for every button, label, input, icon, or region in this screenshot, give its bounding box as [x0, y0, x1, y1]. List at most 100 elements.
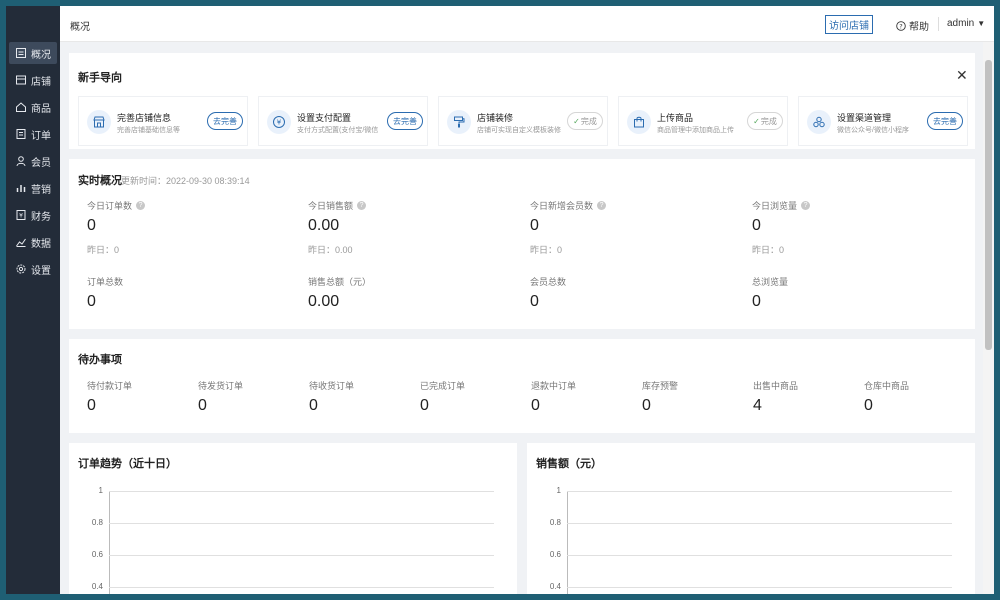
channel-icon — [807, 110, 831, 134]
todo-label-pending-receipt: 待收货订单 — [309, 381, 355, 391]
sidebar-item-order[interactable]: 订单 — [9, 123, 57, 145]
guide-item-desc: 商品管理中添加商品上传 — [657, 127, 734, 134]
stat-value-total-members: 0 — [530, 293, 539, 310]
guide-item-title: 设置支付配置 — [297, 113, 352, 123]
sidebar-item-label: 商品 — [31, 103, 51, 115]
todo-value-on-sale[interactable]: 4 — [753, 397, 762, 415]
shopping-bag-icon — [627, 110, 651, 134]
guide-item-desc: 微信公众号/微信小程序 — [837, 127, 909, 134]
sidebar-item-label: 数据 — [31, 238, 51, 250]
help-link[interactable]: ? 帮助 — [896, 18, 929, 33]
header-divider — [938, 17, 939, 31]
complete-store-info-button[interactable]: 去完善 — [207, 112, 243, 130]
guide-item-title: 上传商品 — [657, 113, 694, 123]
help-question-icon[interactable]: ? — [801, 201, 811, 210]
sidebar-item-label: 设置 — [31, 265, 51, 277]
scrollbar-thumb[interactable] — [985, 60, 992, 350]
y-tick-label: 0.4 — [549, 582, 561, 591]
todo-value-stock-warning[interactable]: 0 — [642, 397, 651, 415]
stat-label-total-views: 总浏览量 — [752, 277, 789, 287]
guide-item-decoration: 店铺装修 店铺可实现自定义模板装修 ✓ 完成 — [438, 96, 608, 146]
order-trend-card: 订单趋势（近十日） 1 0.8 0.6 0.4 — [69, 443, 517, 594]
help-question-icon[interactable]: ? — [597, 201, 607, 210]
help-question-icon[interactable]: ? — [136, 201, 146, 210]
todo-label-on-sale: 出售中商品 — [753, 381, 799, 391]
top-header: 概况 访问店铺 ? 帮助 admin ▼ — [60, 6, 994, 42]
realtime-title: 实时概况 — [78, 175, 122, 187]
stat-label-total-orders: 订单总数 — [87, 277, 124, 287]
help-question-icon[interactable]: ? — [357, 201, 367, 210]
settings-icon — [15, 263, 27, 275]
stat-yesterday-views: 昨日：0 — [752, 245, 785, 255]
update-time: 更新时间：2022-09-30 08:39:14 — [121, 176, 250, 186]
todo-label-pending-shipment: 待发货订单 — [198, 381, 244, 391]
stat-label-today-sales: 今日销售额? — [308, 199, 367, 212]
caret-down-icon: ▼ — [977, 19, 986, 28]
todo-value-in-warehouse[interactable]: 0 — [864, 397, 873, 415]
y-tick-label: 0.8 — [91, 518, 103, 527]
stat-label-text: 今日订单数 — [87, 201, 133, 211]
sidebar-item-finance[interactable]: ¥ 财务 — [9, 204, 57, 226]
overview-icon — [15, 47, 27, 59]
todo-label-completed: 已完成订单 — [420, 381, 466, 391]
user-menu[interactable]: admin ▼ — [947, 18, 985, 29]
guide-item-desc: 完善店铺基础信息等 — [117, 127, 180, 134]
grid-line — [567, 587, 952, 588]
guide-item-desc: 店铺可实现自定义模板装修 — [477, 127, 561, 134]
y-tick-label: 0.6 — [549, 550, 561, 559]
main-content: 新手导向 ✕ 完善店铺信息 完善店铺基础信息等 去完善 ¥ 设置支付配置 支付方… — [60, 42, 994, 594]
visit-store-button[interactable]: 访问店铺 — [825, 15, 873, 34]
member-icon — [15, 155, 27, 167]
stat-value-today-sales: 0.00 — [308, 217, 340, 234]
stat-yesterday-members: 昨日：0 — [530, 245, 563, 255]
svg-text:?: ? — [899, 22, 902, 30]
sidebar-item-marketing[interactable]: 营销 — [9, 177, 57, 199]
guide-card: 新手导向 ✕ 完善店铺信息 完善店铺基础信息等 去完善 ¥ 设置支付配置 支付方… — [69, 53, 975, 149]
help-circle-icon: ? — [896, 20, 906, 31]
complete-payment-button[interactable]: 去完善 — [387, 112, 423, 130]
y-axis-line — [567, 491, 568, 594]
todo-value-refunding[interactable]: 0 — [531, 397, 540, 415]
guide-item-title: 设置渠道管理 — [837, 113, 892, 123]
check-icon: ✓ — [753, 116, 760, 126]
stat-yesterday-orders: 昨日：0 — [87, 245, 120, 255]
todo-value-pending-shipment[interactable]: 0 — [198, 397, 207, 415]
stat-value-total-orders: 0 — [87, 293, 96, 310]
grid-line — [567, 491, 952, 492]
todo-value-completed[interactable]: 0 — [420, 397, 429, 415]
stat-value-total-sales: 0.00 — [308, 293, 340, 310]
sidebar-item-overview[interactable]: 概况 — [9, 42, 57, 64]
store-icon — [15, 74, 27, 86]
complete-channel-button[interactable]: 去完善 — [927, 112, 963, 130]
guide-item-title: 店铺装修 — [477, 113, 514, 123]
guide-item-payment: ¥ 设置支付配置 支付方式配置(支付宝/微信 去完善 — [258, 96, 428, 146]
sidebar-item-member[interactable]: 会员 — [9, 150, 57, 172]
guide-item-desc: 支付方式配置(支付宝/微信 — [297, 127, 379, 134]
y-axis-line — [109, 491, 110, 594]
guide-item-store-info: 完善店铺信息 完善店铺基础信息等 去完善 — [78, 96, 248, 146]
guide-item-upload-goods: 上传商品 商品管理中添加商品上传 ✓ 完成 — [618, 96, 788, 146]
sidebar-item-label: 营销 — [31, 184, 51, 196]
close-icon[interactable]: ✕ — [956, 67, 968, 84]
sidebar-item-label: 概况 — [31, 49, 51, 61]
sidebar-item-store[interactable]: 店铺 — [9, 69, 57, 91]
sidebar-item-data[interactable]: 数据 — [9, 231, 57, 253]
done-label: 完成 — [760, 116, 777, 126]
sales-chart: 1 0.8 0.6 0.4 — [527, 443, 975, 594]
sidebar-item-label: 会员 — [31, 157, 51, 169]
stat-yesterday-sales: 昨日：0.00 — [308, 245, 353, 255]
sidebar: 概况 店铺 商品 订单 会员 营销 ¥ 财务 数据 设置 — [6, 6, 60, 594]
stat-label-total-members: 会员总数 — [530, 277, 567, 287]
realtime-card: 实时概况 更新时间：2022-09-30 08:39:14 今日订单数? 0 昨… — [69, 159, 975, 329]
y-tick-label: 0.8 — [549, 518, 561, 527]
sidebar-item-goods[interactable]: 商品 — [9, 96, 57, 118]
todo-value-pending-receipt[interactable]: 0 — [309, 397, 318, 415]
vertical-scrollbar[interactable] — [983, 42, 994, 594]
store-icon — [87, 110, 111, 134]
sidebar-item-settings[interactable]: 设置 — [9, 258, 57, 280]
todo-value-pending-payment[interactable]: 0 — [87, 397, 96, 415]
stat-value-today-orders: 0 — [87, 217, 96, 234]
svg-text:¥: ¥ — [19, 213, 23, 220]
grid-line — [109, 555, 494, 556]
todo-label-refunding: 退款中订单 — [531, 381, 577, 391]
